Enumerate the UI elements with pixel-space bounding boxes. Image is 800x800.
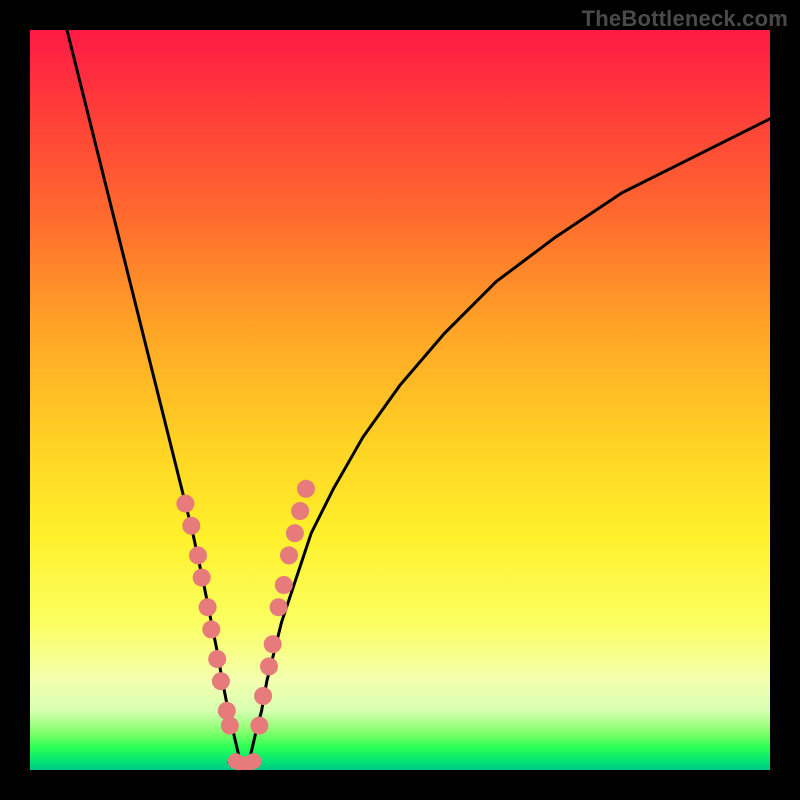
marker-dot	[254, 687, 272, 705]
chart-overlay	[30, 30, 770, 770]
marker-dot	[264, 635, 282, 653]
marker-dot	[291, 502, 309, 520]
marker-dot	[199, 598, 217, 616]
marker-dot-floor	[246, 753, 262, 769]
watermark-text: TheBottleneck.com	[582, 6, 788, 32]
marker-dot	[280, 546, 298, 564]
curve-right-branch	[251, 119, 771, 755]
marker-dot	[193, 569, 211, 587]
markers-left-branch	[176, 495, 238, 735]
marker-dot	[176, 495, 194, 513]
outer-frame: TheBottleneck.com	[0, 0, 800, 800]
marker-dot	[182, 517, 200, 535]
marker-dot	[275, 576, 293, 594]
marker-dot	[250, 717, 268, 735]
marker-dot	[286, 524, 304, 542]
curve-left-branch	[67, 30, 259, 766]
marker-dot	[202, 620, 220, 638]
marker-dot	[297, 480, 315, 498]
markers-right-branch	[250, 480, 315, 735]
marker-dot	[212, 672, 230, 690]
marker-dot	[270, 598, 288, 616]
marker-dot	[208, 650, 226, 668]
plot-area	[30, 30, 770, 770]
marker-dot	[189, 546, 207, 564]
markers-valley-floor	[228, 753, 262, 770]
marker-dot	[221, 717, 239, 735]
marker-dot	[260, 657, 278, 675]
marker-dot	[218, 702, 236, 720]
